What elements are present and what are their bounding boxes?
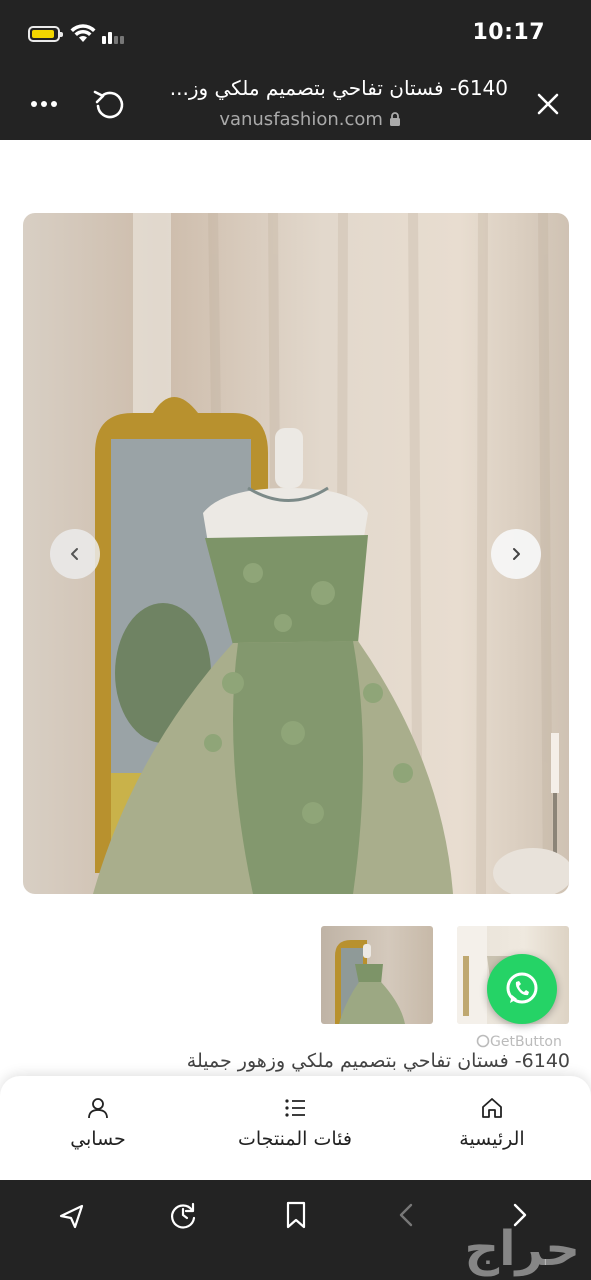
home-icon — [482, 1098, 502, 1118]
tab-categories[interactable]: فئات المنتجات — [215, 1076, 375, 1180]
thumbnail-image — [335, 940, 405, 1024]
battery-icon — [28, 26, 63, 42]
chevron-right-icon — [513, 548, 520, 560]
tab-account-label: حسابي — [70, 1128, 126, 1150]
lock-icon — [389, 112, 400, 126]
browser-header: 10:17 6140- فستان تفاحي بتصميم ملكي وز..… — [0, 0, 591, 140]
gallery-next-button[interactable] — [491, 529, 541, 579]
chevron-left-icon — [71, 548, 78, 560]
tab-home[interactable]: الرئيسية — [412, 1076, 572, 1180]
whatsapp-button[interactable] — [487, 954, 557, 1024]
domain-text: vanusfashion.com — [219, 109, 383, 130]
share-icon[interactable] — [58, 1202, 86, 1230]
user-icon — [88, 1098, 108, 1119]
bottom-tab-bar: الرئيسية فئات المنتجات حسابي — [0, 1076, 591, 1180]
bookmark-icon[interactable] — [284, 1200, 308, 1230]
more-options-icon[interactable] — [30, 100, 58, 108]
tab-home-label: الرئيسية — [459, 1128, 525, 1150]
getbutton-logo-icon — [476, 1034, 490, 1048]
tab-account[interactable]: حسابي — [18, 1076, 178, 1180]
gallery-prev-button[interactable] — [50, 529, 100, 579]
close-icon[interactable] — [536, 92, 560, 116]
getbutton-label: GetButton — [490, 1034, 562, 1050]
product-image[interactable] — [23, 213, 569, 894]
dress-photo — [93, 213, 569, 894]
status-time: 10:17 — [472, 20, 545, 45]
wifi-icon — [70, 24, 96, 42]
product-title: 6140- فستان تفاحي بتصميم ملكي وزهور جميل… — [186, 1050, 570, 1072]
whatsapp-icon — [506, 972, 538, 1004]
page-title: 6140- فستان تفاحي بتصميم ملكي وز... — [169, 76, 508, 100]
thumbnail-1[interactable] — [321, 926, 433, 1024]
history-icon[interactable] — [168, 1200, 198, 1230]
tab-categories-label: فئات المنتجات — [238, 1128, 352, 1150]
page-domain: vanusfashion.com — [200, 109, 420, 130]
browser-toolbar: حراج — [0, 1180, 591, 1280]
signal-icon — [102, 32, 124, 44]
haraj-watermark: حراج — [464, 1221, 581, 1277]
reload-icon[interactable] — [92, 88, 126, 120]
list-icon — [285, 1099, 305, 1117]
getbutton-credit[interactable]: GetButton — [476, 1034, 562, 1050]
